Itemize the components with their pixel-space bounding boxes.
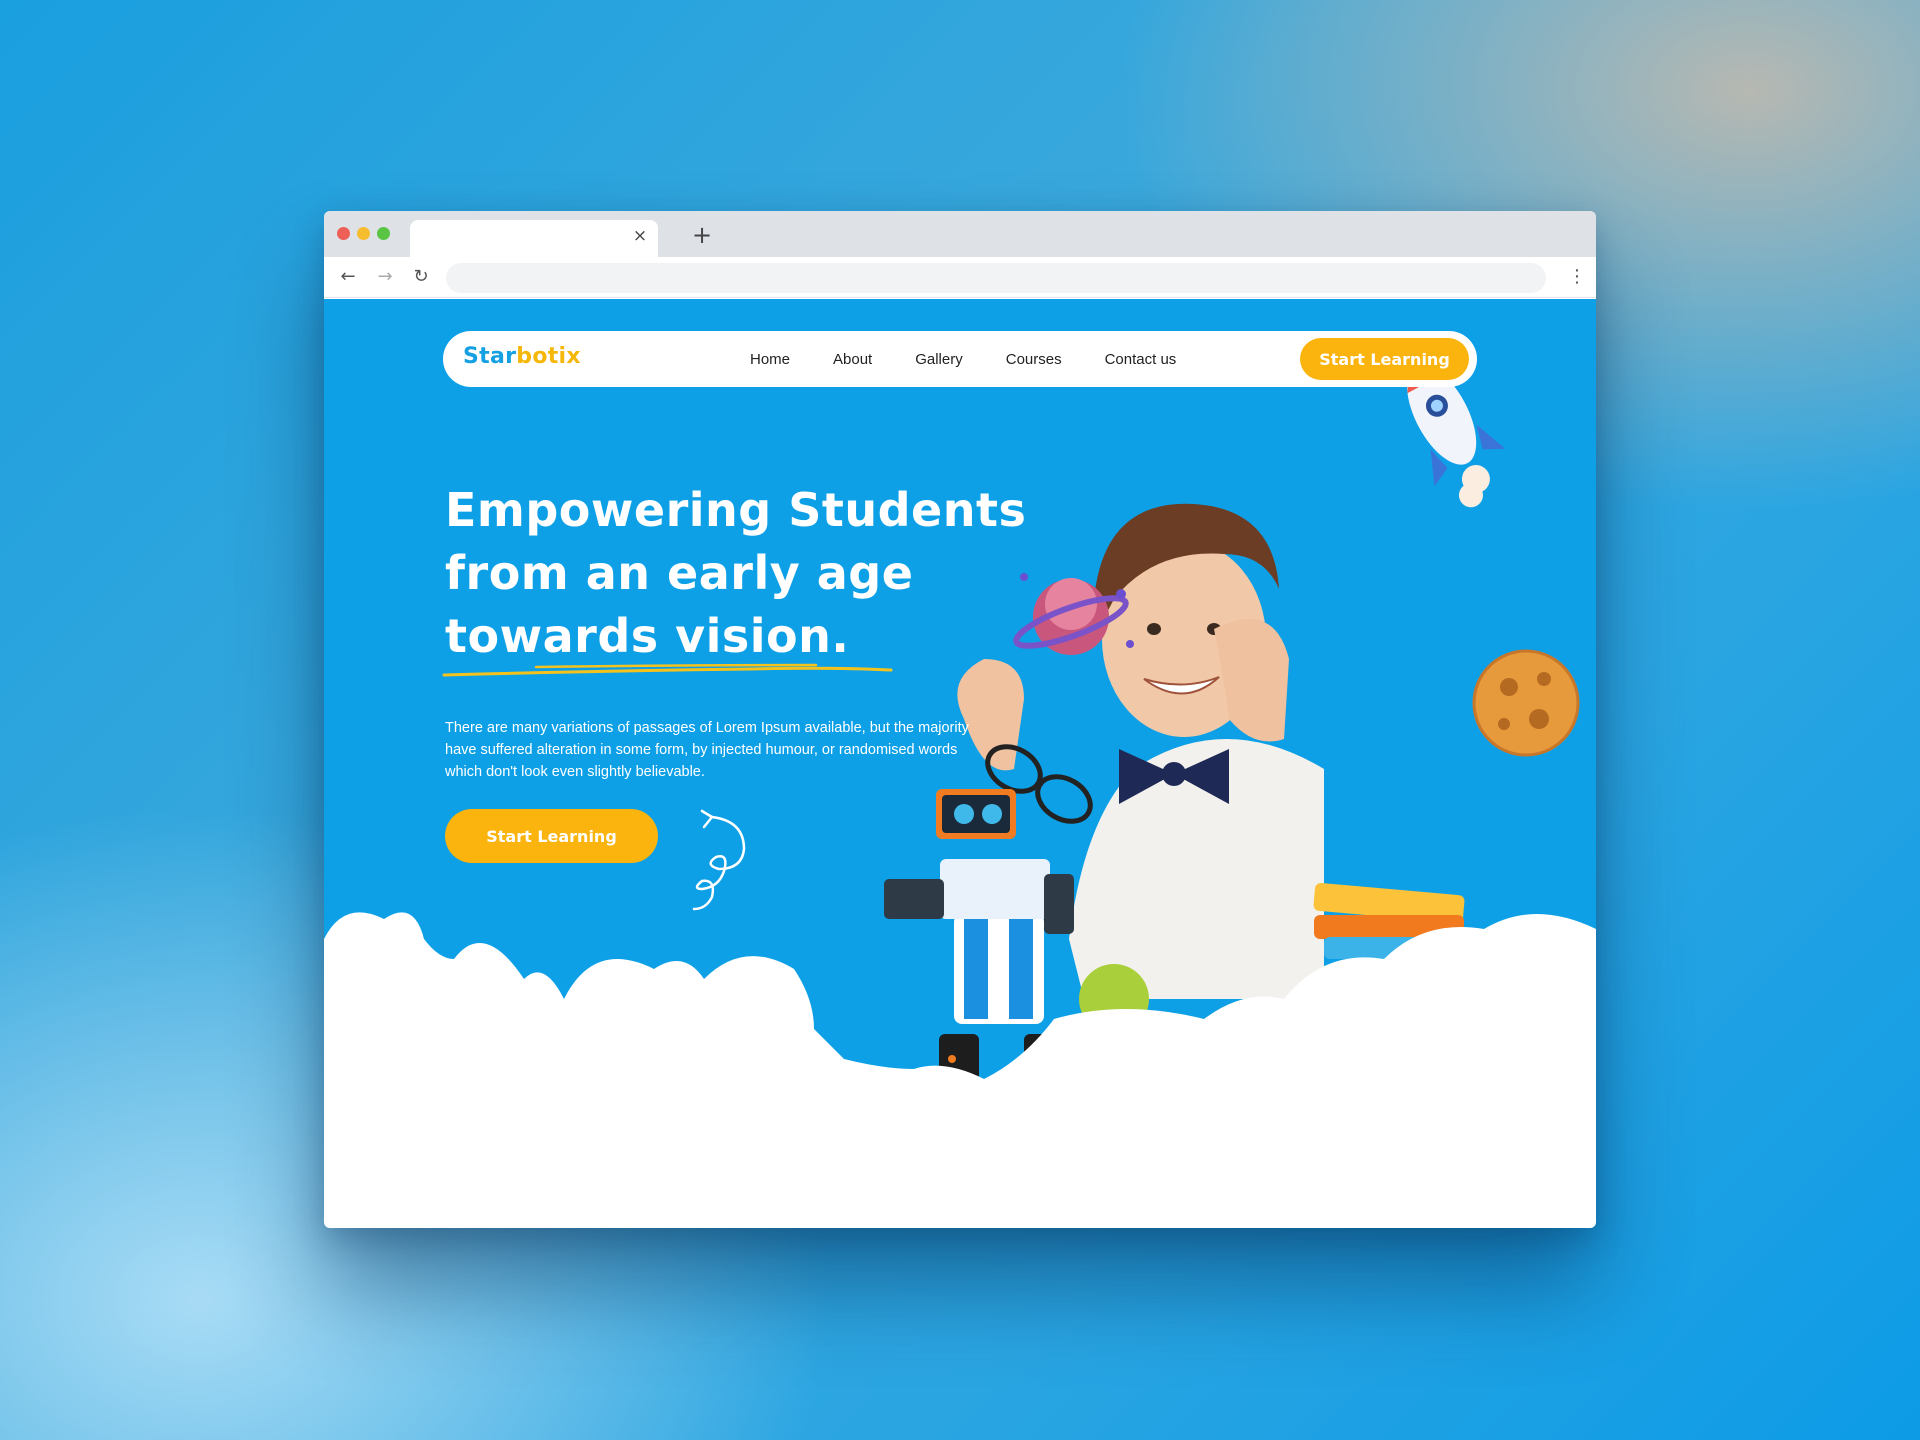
nav-contact[interactable]: Contact us: [1105, 351, 1177, 368]
maximize-window-dot[interactable]: [377, 227, 390, 240]
forward-icon[interactable]: →: [373, 265, 397, 289]
site-navbar: Starbotix Home About Gallery Courses Con…: [443, 331, 1477, 387]
logo-part-botix: botix: [516, 344, 581, 369]
browser-menu-icon[interactable]: ⋮: [1568, 265, 1586, 289]
hero-start-learning-button[interactable]: Start Learning: [445, 809, 658, 863]
back-icon[interactable]: ←: [336, 265, 360, 289]
browser-window: × + ← → ↻ ⋮ Starbotix Home About Gallery…: [324, 211, 1596, 1228]
website-page: Starbotix Home About Gallery Courses Con…: [324, 299, 1596, 1228]
close-icon[interactable]: ×: [630, 226, 650, 246]
hero-title-line-2: from an early age: [445, 546, 914, 600]
nav-about[interactable]: About: [833, 351, 872, 368]
address-bar[interactable]: [446, 263, 1546, 293]
site-logo[interactable]: Starbotix: [463, 344, 581, 369]
nav-courses[interactable]: Courses: [1006, 351, 1062, 368]
logo-part-star: Star: [463, 344, 517, 369]
reload-icon[interactable]: ↻: [409, 265, 433, 289]
nav-home[interactable]: Home: [750, 351, 790, 368]
nav-gallery[interactable]: Gallery: [915, 351, 963, 368]
swirl-arrow-icon: [692, 809, 746, 911]
browser-tab[interactable]: ×: [410, 220, 658, 257]
header-start-learning-button[interactable]: Start Learning: [1300, 338, 1469, 380]
hero-description: There are many variations of passages of…: [445, 720, 969, 780]
browser-tabbar: × +: [324, 211, 1596, 257]
hero-title: Empowering Students from an early age to…: [445, 479, 1045, 668]
browser-toolbar: ← → ↻ ⋮: [324, 257, 1596, 298]
nav-menu: Home About Gallery Courses Contact us: [750, 331, 1219, 387]
close-window-dot[interactable]: [337, 227, 350, 240]
minimize-window-dot[interactable]: [357, 227, 370, 240]
title-underline: [442, 663, 893, 677]
hero-title-line-1: Empowering Students: [445, 483, 1027, 537]
new-tab-icon[interactable]: +: [688, 221, 716, 249]
